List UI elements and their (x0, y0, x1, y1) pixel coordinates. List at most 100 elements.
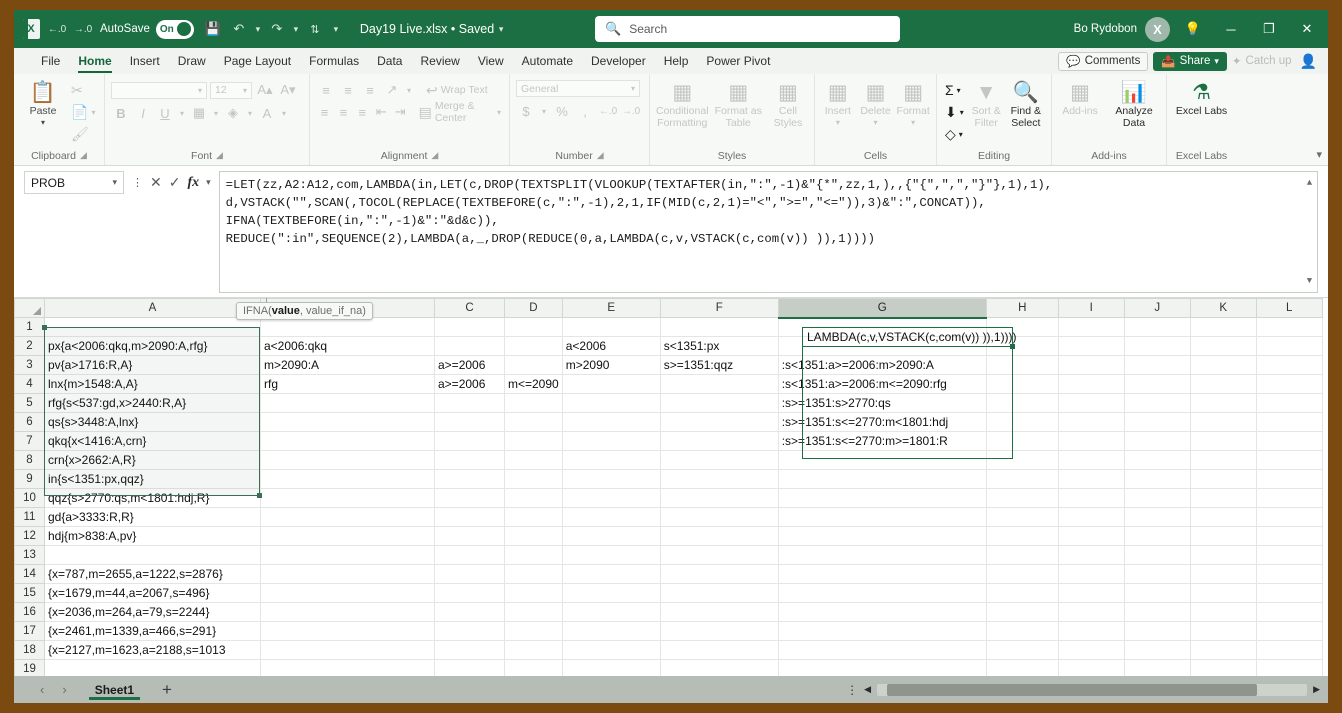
cell-K11[interactable] (1190, 507, 1257, 527)
cell-E14[interactable] (562, 564, 661, 584)
cell-E7[interactable] (562, 431, 661, 451)
alignment-dialog-launcher-icon[interactable]: ◢ (431, 150, 438, 161)
cell-B18[interactable] (260, 640, 435, 660)
previous-sheet-icon[interactable]: ‹ (40, 682, 44, 697)
cell-L3[interactable] (1256, 355, 1323, 375)
customize-quick-access-icon[interactable]: ▾ (328, 16, 344, 42)
cell-F19[interactable] (660, 659, 779, 676)
cell-B16[interactable] (260, 602, 435, 622)
cell-G9[interactable] (778, 469, 987, 489)
cell-C18[interactable] (434, 640, 505, 660)
font-name-input[interactable]: ▾ (111, 81, 207, 99)
percent-button[interactable]: % (552, 101, 572, 121)
cell-K7[interactable] (1190, 431, 1257, 451)
cell-J10[interactable] (1124, 488, 1191, 508)
cell-B4[interactable]: rfg (260, 374, 435, 394)
cell-I14[interactable] (1058, 564, 1125, 584)
column-header-J[interactable]: J (1123, 298, 1191, 318)
cell-J3[interactable] (1124, 355, 1191, 375)
row-header-6[interactable]: 6 (14, 412, 45, 432)
cell-G3[interactable]: :s<1351:a>=2006:m>2090:A (778, 355, 987, 375)
cell-J11[interactable] (1124, 507, 1191, 527)
cell-F10[interactable] (660, 488, 779, 508)
cell-C13[interactable] (434, 545, 505, 565)
increase-indent-button[interactable]: ⇥ (392, 102, 409, 122)
cell-A13[interactable] (44, 545, 261, 565)
cell-L12[interactable] (1256, 526, 1323, 546)
cell-F11[interactable] (660, 507, 779, 527)
increase-decimal-icon[interactable]: →.0 (70, 16, 96, 42)
column-header-D[interactable]: D (504, 298, 563, 318)
orientation-chevron-down-icon[interactable]: ▾ (404, 80, 414, 100)
cell-F13[interactable] (660, 545, 779, 565)
cell-G5[interactable]: :s>=1351:s>2770:qs (778, 393, 987, 413)
cell-J4[interactable] (1124, 374, 1191, 394)
merge-center-button[interactable]: ▤ Merge & Center ▾ (417, 100, 503, 124)
align-top-button[interactable]: ≡ (316, 80, 336, 100)
cell-J13[interactable] (1124, 545, 1191, 565)
cell-L2[interactable] (1256, 336, 1323, 356)
cell-H17[interactable] (986, 621, 1059, 641)
cell-E6[interactable] (562, 412, 661, 432)
cell-L7[interactable] (1256, 431, 1323, 451)
cell-D10[interactable] (504, 488, 563, 508)
bold-button[interactable]: B (111, 103, 131, 123)
cell-D14[interactable] (504, 564, 563, 584)
cell-H10[interactable] (986, 488, 1059, 508)
cell-I8[interactable] (1058, 450, 1125, 470)
insert-cells-button[interactable]: ▦ Insert ▾ (821, 80, 855, 128)
paste-button[interactable]: 📋 Paste ▾ (20, 80, 66, 128)
cell-H15[interactable] (986, 583, 1059, 603)
cell-C19[interactable] (434, 659, 505, 676)
sheet-tab-sheet1[interactable]: Sheet1 (87, 681, 142, 700)
cell-B17[interactable] (260, 621, 435, 641)
cell-H11[interactable] (986, 507, 1059, 527)
cell-I1[interactable] (1058, 317, 1125, 337)
cell-I7[interactable] (1058, 431, 1125, 451)
avatar[interactable]: X (1144, 16, 1170, 42)
cell-J19[interactable] (1124, 659, 1191, 676)
cell-F9[interactable] (660, 469, 779, 489)
cell-F12[interactable] (660, 526, 779, 546)
cell-E4[interactable] (562, 374, 661, 394)
column-header-H[interactable]: H (985, 298, 1059, 318)
cell-D19[interactable] (504, 659, 563, 676)
cell-G18[interactable] (778, 640, 987, 660)
tab-data[interactable]: Data (368, 48, 411, 74)
cell-G17[interactable] (778, 621, 987, 641)
cell-G11[interactable] (778, 507, 987, 527)
font-size-input[interactable]: 12 ▾ (210, 81, 252, 99)
cell-E8[interactable] (562, 450, 661, 470)
sort-icon[interactable]: ⇅ (302, 16, 328, 42)
insert-function-icon[interactable]: fx (187, 175, 199, 191)
undo-dropdown-icon[interactable]: ▾ (252, 16, 264, 42)
cell-A2[interactable]: px{a<2006:qkq,m>2090:A,rfg} (44, 336, 261, 356)
font-color-chevron-down-icon[interactable]: ▾ (279, 103, 289, 123)
autosave-toggle[interactable]: AutoSave On (100, 19, 194, 39)
select-all-corner[interactable] (14, 298, 45, 318)
cell-A19[interactable] (44, 659, 261, 676)
row-header-15[interactable]: 15 (14, 583, 45, 603)
cell-B12[interactable] (260, 526, 435, 546)
cell-I17[interactable] (1058, 621, 1125, 641)
align-center-button[interactable]: ≡ (335, 102, 352, 122)
cell-K16[interactable] (1190, 602, 1257, 622)
delete-cells-button[interactable]: ▦ Delete ▾ (859, 80, 893, 128)
tab-file[interactable]: File (32, 48, 69, 74)
cell-H14[interactable] (986, 564, 1059, 584)
column-header-C[interactable]: C (434, 298, 505, 318)
cell-L10[interactable] (1256, 488, 1323, 508)
cell-F1[interactable] (660, 317, 779, 337)
cell-D4[interactable]: m<=2090 (504, 374, 563, 394)
tab-power-pivot[interactable]: Power Pivot (697, 48, 779, 74)
row-header-18[interactable]: 18 (14, 640, 45, 660)
cell-F14[interactable] (660, 564, 779, 584)
formula-bar-scroll[interactable]: ▲ ▼ (1304, 174, 1315, 290)
tab-home[interactable]: Home (69, 48, 120, 74)
cell-D15[interactable] (504, 583, 563, 603)
wrap-text-button[interactable]: ↩ Wrap Text (424, 80, 490, 100)
cell-I4[interactable] (1058, 374, 1125, 394)
cell-A12[interactable]: hdj{m>838:A,pv} (44, 526, 261, 546)
cell-C11[interactable] (434, 507, 505, 527)
increase-decimal-button[interactable]: ←.0 (598, 101, 618, 121)
